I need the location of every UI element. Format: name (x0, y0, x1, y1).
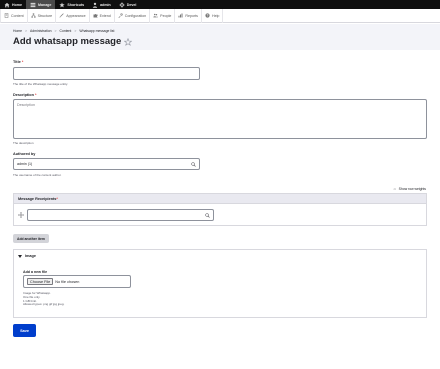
authored-by-input[interactable]: admin (1) (13, 158, 200, 170)
file-input[interactable]: Choose File No file chosen (23, 275, 131, 288)
reports-icon (178, 13, 183, 18)
toolbar-user-label: admin (100, 2, 111, 7)
breadcrumb-separator: > (54, 29, 57, 33)
add-file-label: Add a new file (23, 270, 48, 274)
breadcrumb: Home > Administration > Content > Whatsa… (13, 29, 114, 33)
caret-down-icon (18, 254, 22, 258)
title-label-text: Title (13, 60, 21, 64)
menu-item-configuration-label: Configuration (124, 13, 147, 18)
file-help: Image for Whatsapp. One file only. 1 GB … (23, 291, 65, 307)
menu-item-content[interactable]: Content (0, 8, 28, 23)
image-summary-label: Image (25, 254, 36, 258)
breadcrumb-separator: > (74, 29, 77, 33)
menu-item-help-label: Help (211, 13, 220, 18)
recipients-table-row (13, 204, 427, 226)
menu-item-reports[interactable]: Reports (175, 8, 202, 23)
add-another-item-button[interactable]: Add another item (13, 234, 49, 243)
description-textarea[interactable]: Description (13, 99, 427, 139)
menu-item-configuration[interactable]: Configuration (115, 8, 151, 23)
menu-item-reports-label: Reports (185, 13, 198, 18)
breadcrumb-separator: > (25, 29, 28, 33)
image-details-summary[interactable]: Image (18, 254, 36, 258)
menu-item-structure-label: Structure (37, 13, 53, 18)
user-icon (92, 2, 98, 8)
authored-by-value: admin (1) (17, 162, 33, 166)
menu-item-extend[interactable]: Extend (90, 8, 115, 23)
toolbar-shortcuts-label: Shortcuts (67, 2, 85, 7)
menu-item-help[interactable]: Help (202, 8, 224, 23)
description-label-text: Description (13, 93, 34, 97)
shortcut-star-icon[interactable] (124, 37, 133, 46)
page-title-text: Add whatsapp message (13, 36, 122, 47)
row-weights-label: Show row weights (398, 186, 426, 191)
title-help: The title of the Whatsapp message entity… (13, 82, 68, 86)
recipients-label: Message Receipients (18, 196, 57, 201)
save-button[interactable]: Save (13, 324, 36, 337)
toolbar-devel-label: Devel (126, 2, 137, 7)
menu-item-people-label: People (160, 13, 172, 18)
description-help: The description (13, 141, 34, 145)
authored-by-label: Authored by (13, 152, 36, 156)
menu-item-structure[interactable]: Structure (28, 8, 57, 23)
help-icon (205, 13, 210, 18)
drag-handle-icon[interactable] (18, 212, 24, 218)
title-input[interactable] (13, 67, 200, 80)
required-marker: * (21, 60, 24, 64)
page-title: Add whatsapp message (13, 36, 133, 47)
menu-item-people[interactable]: People (150, 8, 176, 23)
people-icon (153, 13, 158, 18)
menu-item-appearance[interactable]: Appearance (56, 8, 90, 23)
row-weights-arrows-icon: ⇔ (392, 186, 397, 191)
show-row-weights-toggle[interactable]: ⇔ Show row weights (393, 186, 426, 191)
extend-icon (93, 13, 98, 18)
breadcrumb-link-administration[interactable]: Administration (30, 29, 51, 33)
menu-item-appearance-label: Appearance (66, 13, 86, 18)
breadcrumb-link-message-list[interactable]: Whatsapp message list (79, 29, 114, 33)
title-label: Title * (13, 60, 23, 64)
configuration-icon (118, 13, 123, 18)
recipients-table-header: Message Receipients * (13, 193, 427, 204)
structure-icon (30, 13, 36, 18)
file-help-line: Allowed types: png gif jpg jpeg. (23, 302, 65, 307)
autocomplete-search-icon (205, 212, 210, 218)
devel-icon (119, 1, 125, 8)
toolbar-manage-label: Manage (38, 2, 52, 7)
menu-item-content-label: Content (11, 13, 24, 18)
recipient-input[interactable] (27, 209, 214, 221)
menu-item-extend-label: Extend (99, 13, 111, 18)
manage-icon (30, 2, 36, 8)
description-label: Description * (13, 93, 36, 97)
no-file-text: No file chosen (55, 279, 80, 284)
home-icon (4, 2, 10, 8)
autocomplete-search-icon (191, 161, 196, 167)
page-header: Home > Administration > Content > Whatsa… (0, 24, 440, 50)
admin-menu-tray: Content Structure Appearance Extend Conf… (0, 8, 440, 23)
appearance-icon (59, 13, 64, 18)
breadcrumb-link-home[interactable]: Home (13, 29, 22, 33)
breadcrumb-link-content[interactable]: Content (60, 29, 72, 33)
content-icon (4, 13, 9, 18)
required-marker: * (34, 93, 37, 97)
choose-file-button[interactable]: Choose File (27, 278, 54, 285)
image-details: Image Add a new file Choose File No file… (13, 250, 427, 318)
authored-by-help: The username of the content author. (13, 173, 62, 177)
star-icon (59, 1, 66, 8)
required-marker: * (56, 196, 58, 201)
toolbar-home-label: Home (12, 2, 22, 7)
